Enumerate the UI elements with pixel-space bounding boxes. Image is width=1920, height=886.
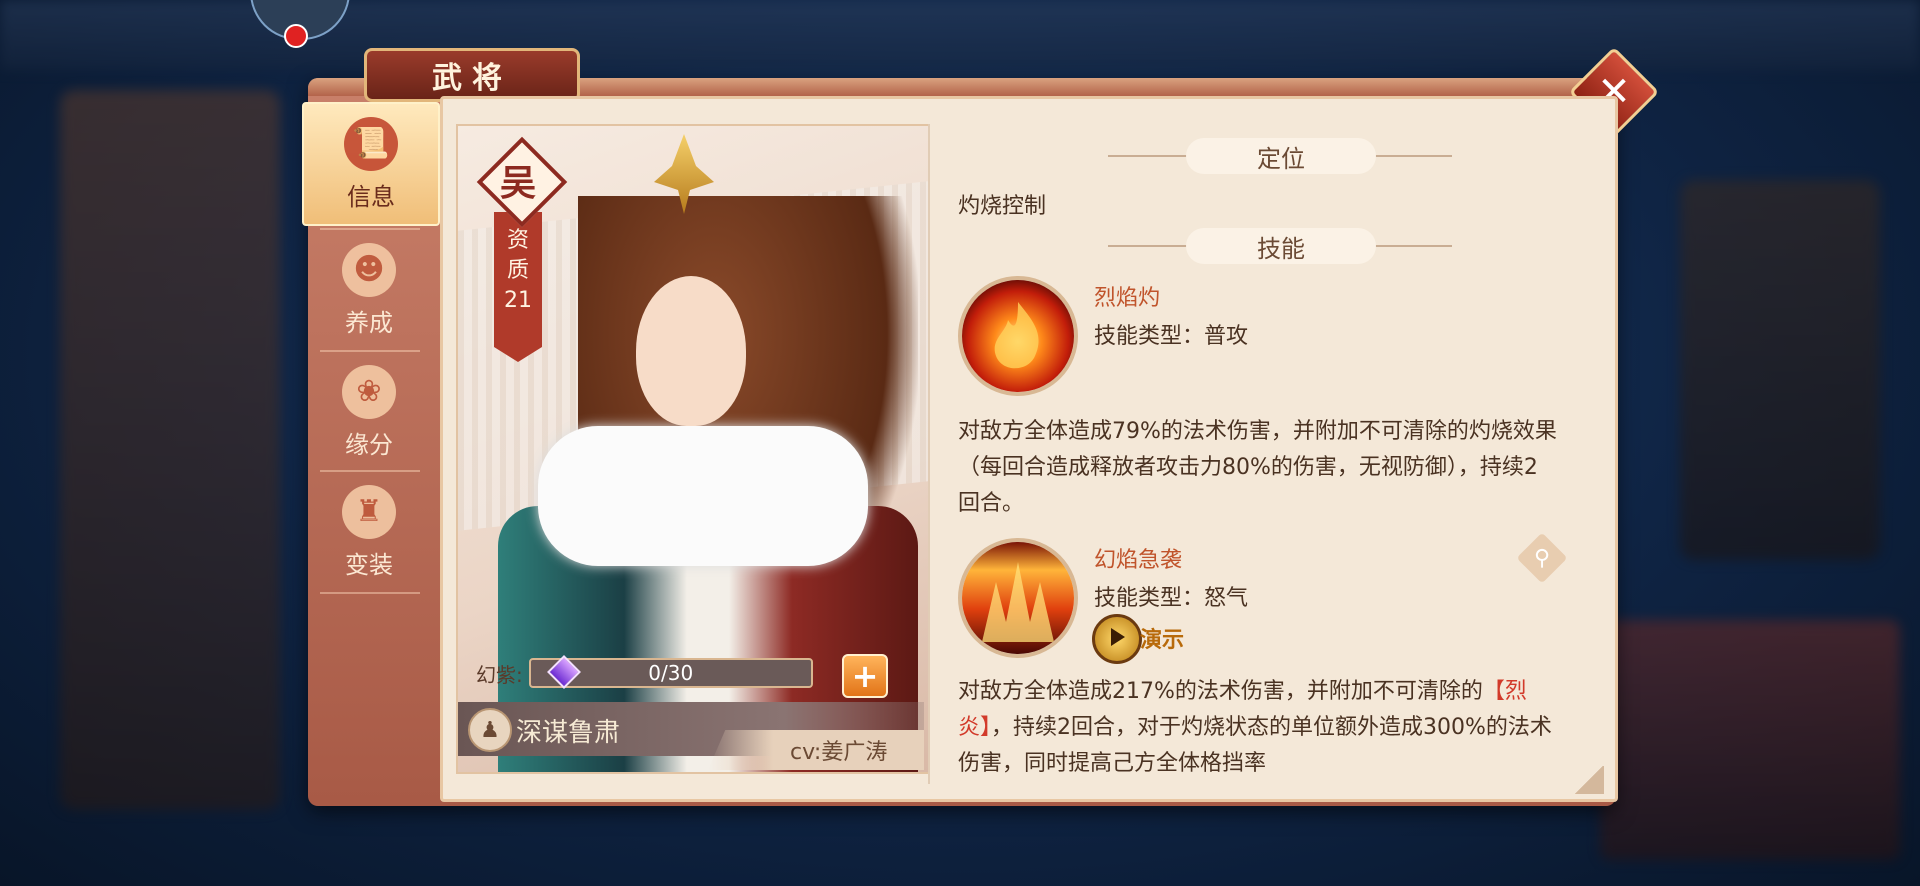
skill-1-name: 烈焰灼: [1094, 286, 1161, 311]
voice-actor: cv:姜广涛: [790, 740, 888, 765]
outfit-icon: ♜: [342, 484, 396, 539]
heading-line: [1108, 245, 1188, 247]
aptitude-label: 资质: [506, 228, 529, 283]
page-corner-fold: [1574, 766, 1604, 794]
column-divider: [928, 124, 930, 784]
heading-line: [1372, 155, 1452, 157]
panel-title-plate: 武将: [364, 48, 580, 102]
skill-2-icon[interactable]: [958, 538, 1078, 658]
background-right-panel: [1680, 180, 1880, 560]
skill-2-description: 对敌方全体造成217%的法术伤害，并附加不可清除的【烈炎】，持续2回合，对于灼烧…: [958, 674, 1558, 782]
skill-1-description: 对敌方全体造成79%的法术伤害，并附加不可清除的灼烧效果（每回合造成释放者攻击力…: [958, 414, 1558, 522]
tab-info[interactable]: 📜 信息: [302, 102, 440, 226]
skill-1-type: 技能类型：普攻: [1094, 324, 1249, 349]
skill-2-type: 技能类型：怒气: [1094, 586, 1249, 611]
skill-2-name: 幻焰急袭: [1094, 548, 1183, 573]
portrait-face: [636, 276, 746, 426]
tab-label: 养成: [345, 308, 393, 337]
tab-cultivate[interactable]: ☻ 养成: [302, 230, 436, 350]
tab-label: 缘分: [345, 430, 393, 459]
tab-bond[interactable]: ❀ 缘分: [302, 352, 436, 472]
hero-title: 深谋鲁肃: [516, 718, 621, 748]
silhouette-icon: ☻: [342, 242, 396, 297]
fragment-label: 幻紫:: [476, 662, 523, 687]
aptitude-text: 资质 21: [494, 226, 542, 316]
heading-line: [1372, 245, 1452, 247]
add-fragment-button[interactable]: +: [842, 654, 888, 698]
sidebar-tabs: 📜 信息 ☻ 养成 ❀ 缘分 ♜ 变装: [302, 102, 440, 802]
portrait-fur-collar: [538, 426, 868, 566]
position-heading: 定位: [1186, 138, 1376, 174]
bond-icon: ❀: [342, 364, 396, 419]
skill-1-icon[interactable]: [958, 276, 1078, 396]
strategist-icon: ♟: [468, 708, 512, 752]
background-left-panel: [60, 90, 280, 810]
skill-2-desc-before: 对敌方全体造成217%的法术伤害，并附加不可清除的: [958, 679, 1483, 704]
demo-label[interactable]: 演示: [1140, 622, 1184, 654]
magnifier-icon: ⚲: [1533, 545, 1551, 571]
tab-outfit[interactable]: ♜ 变装: [302, 472, 436, 592]
skill-1-desc-text: 对敌方全体造成79%的法术伤害，并附加不可清除的灼烧效果（每回合造成释放者攻击力…: [958, 419, 1557, 516]
position-text: 灼烧控制: [958, 194, 1047, 219]
faction-banner: 吴 资质 21: [476, 136, 568, 370]
fire-burst-icon: [962, 542, 1074, 654]
background-bottom-right-panel: [1600, 620, 1900, 860]
plus-icon: +: [851, 657, 879, 695]
tab-divider: [320, 592, 420, 594]
skill-2-desc-after: ，持续2回合，对于灼烧状态的单位额外造成300%的法术伤害，同时提高己方全体格挡…: [958, 715, 1552, 776]
scroll-icon: 📜: [344, 116, 398, 171]
notification-dot: [284, 24, 308, 48]
tab-label: 信息: [347, 182, 395, 211]
faction-name: 吴: [499, 162, 536, 204]
panel-title: 武将: [432, 61, 512, 96]
fire-icon: [962, 280, 1074, 392]
play-demo-button[interactable]: [1092, 614, 1142, 664]
heading-line: [1108, 155, 1188, 157]
magnify-button[interactable]: ⚲: [1516, 532, 1568, 584]
aptitude-value: 21: [504, 288, 532, 313]
skills-heading: 技能: [1186, 228, 1376, 264]
tab-label: 变装: [345, 550, 393, 579]
